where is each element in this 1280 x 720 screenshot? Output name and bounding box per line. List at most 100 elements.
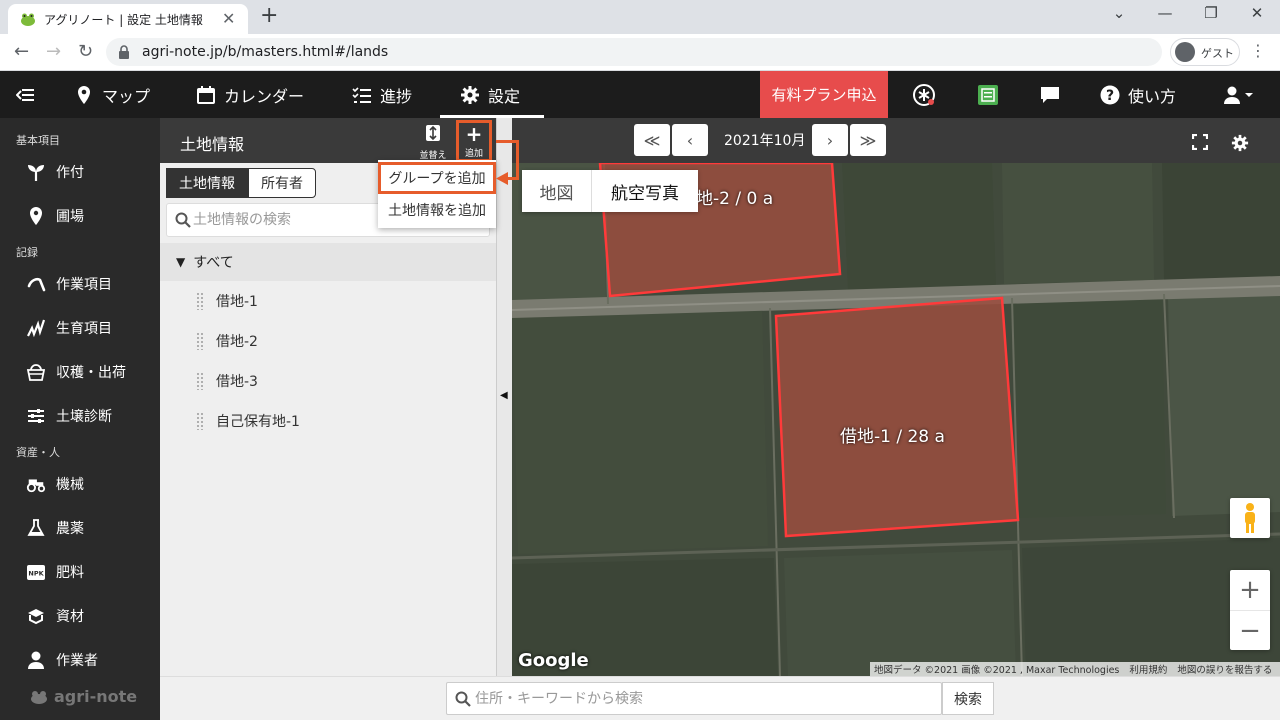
land-name: 借地-2 — [216, 334, 258, 350]
back-icon[interactable]: ← — [14, 41, 29, 62]
sidebar-item-harvest[interactable]: 収穫・出荷 — [26, 357, 126, 387]
map-type-control: 地図 航空写真 — [522, 170, 698, 212]
add-label: 追加 — [464, 149, 483, 159]
group-all[interactable]: ▼ すべて — [160, 243, 496, 281]
next-month-button[interactable]: › — [812, 124, 848, 156]
address-search-button[interactable]: 検索 — [942, 682, 994, 715]
caret-down-icon: ▼ — [176, 255, 186, 269]
callout-arrow-icon — [496, 172, 508, 185]
map-settings-gear-icon[interactable] — [1231, 134, 1249, 152]
address-search-input[interactable] — [475, 689, 935, 709]
panel-collapse-toggle[interactable]: ◀ — [496, 118, 512, 676]
browser-menu-icon[interactable]: ⋮ — [1250, 41, 1266, 60]
calendar-icon — [197, 85, 215, 104]
drag-handle-icon[interactable] — [196, 292, 204, 310]
drag-handle-icon[interactable] — [196, 332, 204, 350]
user-menu-button[interactable] — [1222, 71, 1254, 118]
zoom-out-button[interactable]: − — [1230, 610, 1270, 650]
person-icon — [26, 650, 46, 670]
current-month: 2021年10月 — [724, 133, 806, 149]
nav-map-label: マップ — [102, 86, 151, 106]
sidebar-section-records: 記録 — [16, 246, 38, 259]
first-month-button[interactable]: ≪ — [634, 124, 670, 156]
nav-badge-button[interactable] — [912, 71, 936, 118]
sidebar-item-workers[interactable]: 作業者 — [26, 645, 98, 675]
asterisk-badge-icon — [913, 83, 935, 106]
street-view-pegman-icon[interactable] — [1230, 498, 1270, 538]
nav-settings-label: 設定 — [488, 86, 521, 106]
tab-search-icon[interactable]: ⌄ — [1104, 4, 1134, 22]
nav-report-button[interactable] — [976, 71, 1000, 118]
sidebar-item-materials[interactable]: 資材 — [26, 601, 84, 631]
attribution-report-link[interactable]: 地図の誤りを報告する — [1177, 662, 1272, 676]
land-name: 借地-1 — [216, 294, 258, 310]
app-navbar: マップ カレンダー 進捗 設定 有料プラン申込 ? 使い方 — [0, 71, 1280, 118]
add-button[interactable]: + 追加 — [456, 120, 492, 162]
sidebar-item-label: 収穫・出荷 — [56, 365, 126, 381]
minimize-icon[interactable]: — — [1150, 4, 1180, 22]
land-panel-header: 土地情報 並替え + 追加 — [160, 118, 496, 163]
profile-button[interactable]: ゲスト — [1170, 38, 1240, 66]
menu-add-land[interactable]: 土地情報を追加 — [378, 194, 496, 226]
chat-bubble-icon — [1041, 86, 1059, 103]
field-label-2: 地-2 / 0 a — [696, 189, 774, 209]
menu-collapse-icon — [16, 88, 34, 101]
forward-icon[interactable]: → — [46, 41, 61, 62]
last-month-button[interactable]: ≫ — [850, 124, 886, 156]
field-polygon-1 — [774, 296, 1020, 538]
fullscreen-icon[interactable] — [1192, 134, 1208, 150]
checklist-icon — [352, 86, 371, 103]
nav-message-button[interactable] — [1040, 71, 1060, 118]
basket-icon — [26, 362, 46, 382]
sidebar-item-crops[interactable]: 作付 — [26, 157, 84, 187]
logo-text: agri-note — [54, 687, 138, 706]
land-list-item[interactable]: 借地-1 — [196, 284, 258, 318]
svg-text:NPK: NPK — [28, 570, 44, 578]
nav-calendar[interactable]: カレンダー — [196, 71, 304, 118]
tab-land-info[interactable]: 土地情報 — [166, 168, 248, 198]
sidebar-item-growth-items[interactable]: 生育項目 — [26, 313, 112, 343]
url-field[interactable]: agri-note.jp/b/masters.html#/lands — [106, 38, 1162, 66]
land-list-item[interactable]: 借地-3 — [196, 364, 258, 398]
window-close-icon[interactable]: ✕ — [1242, 4, 1272, 22]
prev-month-button[interactable]: ‹ — [672, 124, 708, 156]
menu-add-group[interactable]: グループを追加 — [378, 162, 496, 194]
land-list-item[interactable]: 借地-2 — [196, 324, 258, 358]
reload-icon[interactable]: ↻ — [78, 41, 93, 62]
nav-help[interactable]: ? 使い方 — [1100, 71, 1176, 118]
sidebar-item-fertilizer[interactable]: NPK 肥料 — [26, 557, 84, 587]
nav-progress[interactable]: 進捗 — [352, 71, 412, 118]
sidebar-item-machines[interactable]: 機械 — [26, 469, 84, 499]
sidebar-item-label: 肥料 — [56, 565, 84, 581]
new-tab-button[interactable]: + — [260, 3, 278, 28]
map-type-satellite-button[interactable]: 航空写真 — [592, 170, 698, 212]
map-view[interactable]: ≪ ‹ 2021年10月 › ≫ 地-2 / 0 a 借地-1 / 28 a 地… — [512, 118, 1280, 676]
sort-button[interactable]: 並替え — [416, 124, 450, 161]
search-icon — [175, 212, 191, 228]
zoom-in-button[interactable]: + — [1230, 570, 1270, 610]
map-type-map-button[interactable]: 地図 — [522, 170, 592, 212]
nav-settings[interactable]: 設定 — [460, 71, 520, 118]
sidebar-item-label: 作付 — [56, 165, 84, 181]
sidebar-item-fields[interactable]: 圃場 — [26, 201, 84, 231]
sickle-icon — [26, 274, 46, 294]
drag-handle-icon[interactable] — [196, 372, 204, 390]
attribution-terms-link[interactable]: 利用規約 — [1129, 662, 1167, 676]
drag-handle-icon[interactable] — [196, 412, 204, 430]
paid-plan-button[interactable]: 有料プラン申込 — [760, 71, 888, 118]
sidebar-item-soil[interactable]: 土壌診断 — [26, 401, 112, 431]
land-list-item[interactable]: 自己保有地-1 — [196, 404, 300, 438]
group-all-label: すべて — [193, 255, 234, 271]
browser-tab[interactable]: アグリノート | 設定 土地情報 ✕ — [8, 4, 248, 34]
tab-owner[interactable]: 所有者 — [248, 168, 316, 198]
restore-icon[interactable]: ❐ — [1196, 4, 1226, 22]
sidebar-item-pesticides[interactable]: 農薬 — [26, 513, 84, 543]
address-search-bar: 検索 — [160, 676, 1280, 720]
sidebar-item-label: 土壌診断 — [56, 409, 112, 425]
zoom-control: + − — [1230, 570, 1270, 650]
sidebar-toggle-button[interactable] — [16, 71, 36, 118]
sidebar-item-work-items[interactable]: 作業項目 — [26, 269, 112, 299]
nav-map[interactable]: マップ — [74, 71, 150, 118]
tab-close-icon[interactable]: ✕ — [222, 9, 235, 28]
frog-logo-icon — [31, 690, 47, 704]
